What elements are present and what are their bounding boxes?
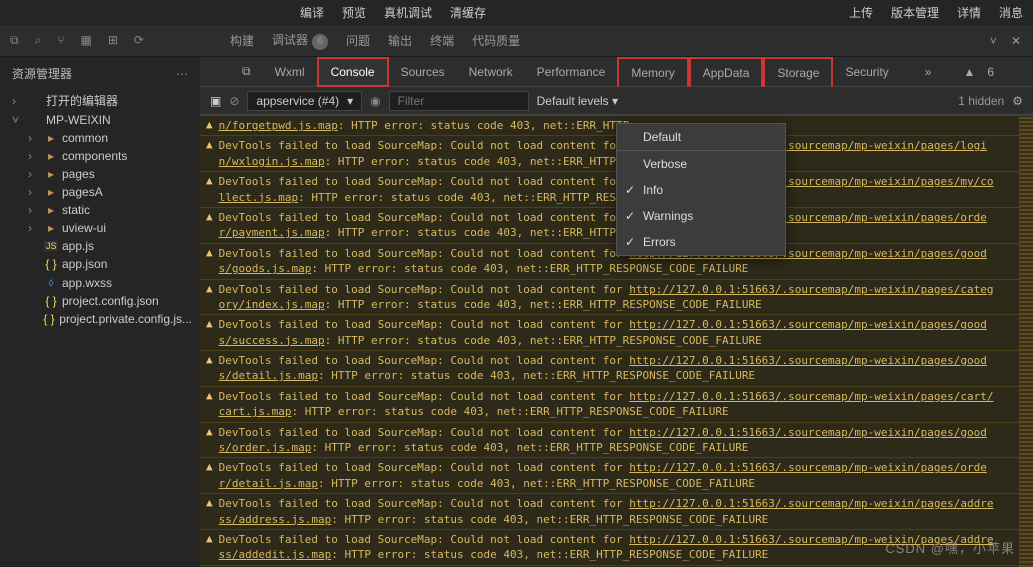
content-area: ⧉ Wxml Console Sources Network Performan… xyxy=(200,57,1033,567)
level-errors[interactable]: ✓Errors xyxy=(617,229,785,255)
tab-sources[interactable]: Sources xyxy=(389,57,457,87)
files-icon[interactable]: ⧉ xyxy=(10,33,19,48)
warning-icon: ▲ xyxy=(206,210,213,241)
warning-icon: ▲ xyxy=(206,282,213,313)
log-row: ▲DevTools failed to load SourceMap: Coul… xyxy=(200,386,1033,422)
level-verbose[interactable]: Verbose xyxy=(617,151,785,177)
sidebar: 资源管理器⋯ ›打开的编辑器˅MP-WEIXIN›▸common›▸compon… xyxy=(0,57,200,567)
log-row: ▲DevTools failed to load SourceMap: Coul… xyxy=(200,457,1033,493)
inspect-icon[interactable]: ⧉ xyxy=(230,57,263,87)
tree-item[interactable]: { }project.private.config.js... xyxy=(4,310,200,328)
menu-item[interactable]: 预览 xyxy=(342,4,366,21)
tab-build[interactable]: 构建 xyxy=(230,32,254,49)
log-row: ▲DevTools failed to load SourceMap: Coul… xyxy=(200,350,1033,386)
warning-icon: ▲ xyxy=(206,353,213,384)
menubar: 编译 预览 真机调试 清缓存 上传 版本管理 详情 消息 xyxy=(0,0,1033,25)
log-row: ▲DevTools failed to load SourceMap: Coul… xyxy=(200,493,1033,529)
tab-wxml[interactable]: Wxml xyxy=(263,57,317,87)
clear-icon[interactable]: ⊘ xyxy=(229,94,239,108)
warning-icon: ▲ xyxy=(206,118,213,133)
toolbar: ⧉ ⌕ ⑂ ▦ ⊞ ⟳ 构建 调试器6 问题 输出 终端 代码质量 ˅ ✕ xyxy=(0,25,1033,57)
menu-item[interactable]: 消息 xyxy=(999,4,1023,21)
hidden-count[interactable]: 1 hidden xyxy=(958,94,1004,108)
close-icon[interactable]: ✕ xyxy=(1011,34,1021,48)
scrollbar[interactable] xyxy=(1019,117,1033,567)
search-icon[interactable]: ⌕ xyxy=(35,33,42,48)
sidebar-toggle-icon[interactable]: ▣ xyxy=(210,94,221,108)
tree-item[interactable]: ›▸uview-ui xyxy=(4,219,200,237)
tree-item[interactable]: ›▸pagesA xyxy=(4,183,200,201)
filter-bar: ▣ ⊘ appservice (#4)▾ ◉ Default levels ▾ … xyxy=(200,87,1033,115)
tree-item[interactable]: { }project.config.json xyxy=(4,292,200,310)
menu-item[interactable]: 上传 xyxy=(849,4,873,21)
tab-console[interactable]: Console xyxy=(317,57,389,87)
error-count[interactable]: ■ 4 xyxy=(1026,57,1033,87)
more-icon[interactable]: ⋯ xyxy=(176,67,188,81)
tree-item[interactable]: JSapp.js xyxy=(4,237,200,255)
tree-item[interactable]: ⬨app.wxss xyxy=(4,273,200,292)
tab-performance[interactable]: Performance xyxy=(525,57,618,87)
warning-icon: ▲ xyxy=(206,389,213,420)
tab-storage[interactable]: Storage xyxy=(763,57,833,87)
eye-icon[interactable]: ◉ xyxy=(370,94,380,108)
warning-icon: ▲ xyxy=(206,460,213,491)
project-icon[interactable]: ⊞ xyxy=(108,33,118,48)
levels-select[interactable]: Default levels ▾ xyxy=(537,94,618,108)
sidebar-title: 资源管理器⋯ xyxy=(0,57,200,90)
bug-icon[interactable]: ⟳ xyxy=(134,33,144,48)
tab-issues[interactable]: 问题 xyxy=(346,32,370,49)
warning-icon: ▲ xyxy=(206,425,213,456)
tab-terminal[interactable]: 终端 xyxy=(430,32,454,49)
tree-item[interactable]: ›▸static xyxy=(4,201,200,219)
menu-item[interactable]: 真机调试 xyxy=(384,4,432,21)
devtools-tabs: ⧉ Wxml Console Sources Network Performan… xyxy=(200,57,1033,87)
warning-icon: ▲ xyxy=(206,246,213,277)
warning-count[interactable]: ▲ 6 xyxy=(951,57,1018,87)
ext-icon[interactable]: ▦ xyxy=(81,33,92,48)
watermark: CSDN @嘿，小苹果 xyxy=(885,538,1015,557)
menu-item[interactable]: 版本管理 xyxy=(891,4,939,21)
expand-icon[interactable]: » xyxy=(913,57,944,87)
tab-output[interactable]: 输出 xyxy=(388,32,412,49)
tab-security[interactable]: Security xyxy=(833,57,900,87)
filter-input[interactable] xyxy=(389,91,529,111)
tree-item[interactable]: ˅MP-WEIXIN xyxy=(4,111,200,129)
context-select[interactable]: appservice (#4)▾ xyxy=(247,91,362,111)
level-default[interactable]: Default xyxy=(617,124,785,151)
tab-quality[interactable]: 代码质量 xyxy=(472,32,520,49)
menu-item[interactable]: 详情 xyxy=(957,4,981,21)
chevron-down-icon[interactable]: ˅ xyxy=(990,34,997,48)
gear-icon[interactable]: ⚙ xyxy=(1012,94,1023,108)
log-row: ▲DevTools failed to load SourceMap: Coul… xyxy=(200,279,1033,315)
tab-debugger[interactable]: 调试器6 xyxy=(272,31,328,50)
tree-item[interactable]: ›▸common xyxy=(4,129,200,147)
tab-network[interactable]: Network xyxy=(457,57,525,87)
tree-item[interactable]: ›▸components xyxy=(4,147,200,165)
log-row: ▲DevTools failed to load SourceMap: Coul… xyxy=(200,314,1033,350)
tree-item[interactable]: ›打开的编辑器 xyxy=(4,90,200,111)
level-info[interactable]: ✓Info xyxy=(617,177,785,203)
tree-item[interactable]: ›▸pages xyxy=(4,165,200,183)
warning-icon: ▲ xyxy=(206,317,213,348)
tab-appdata[interactable]: AppData xyxy=(689,57,764,87)
warning-icon: ▲ xyxy=(206,138,213,169)
log-row: ▲DevTools failed to load SourceMap: Coul… xyxy=(200,422,1033,458)
menu-item[interactable]: 清缓存 xyxy=(450,4,486,21)
warning-icon: ▲ xyxy=(206,174,213,205)
level-warnings[interactable]: ✓Warnings xyxy=(617,203,785,229)
warning-icon: ▲ xyxy=(206,532,213,563)
levels-dropdown: Default Verbose ✓Info ✓Warnings ✓Errors xyxy=(616,123,786,256)
menu-item[interactable]: 编译 xyxy=(300,4,324,21)
warning-icon: ▲ xyxy=(206,496,213,527)
tab-memory[interactable]: Memory xyxy=(617,57,688,87)
tree-item[interactable]: { }app.json xyxy=(4,255,200,273)
branch-icon[interactable]: ⑂ xyxy=(57,33,64,48)
